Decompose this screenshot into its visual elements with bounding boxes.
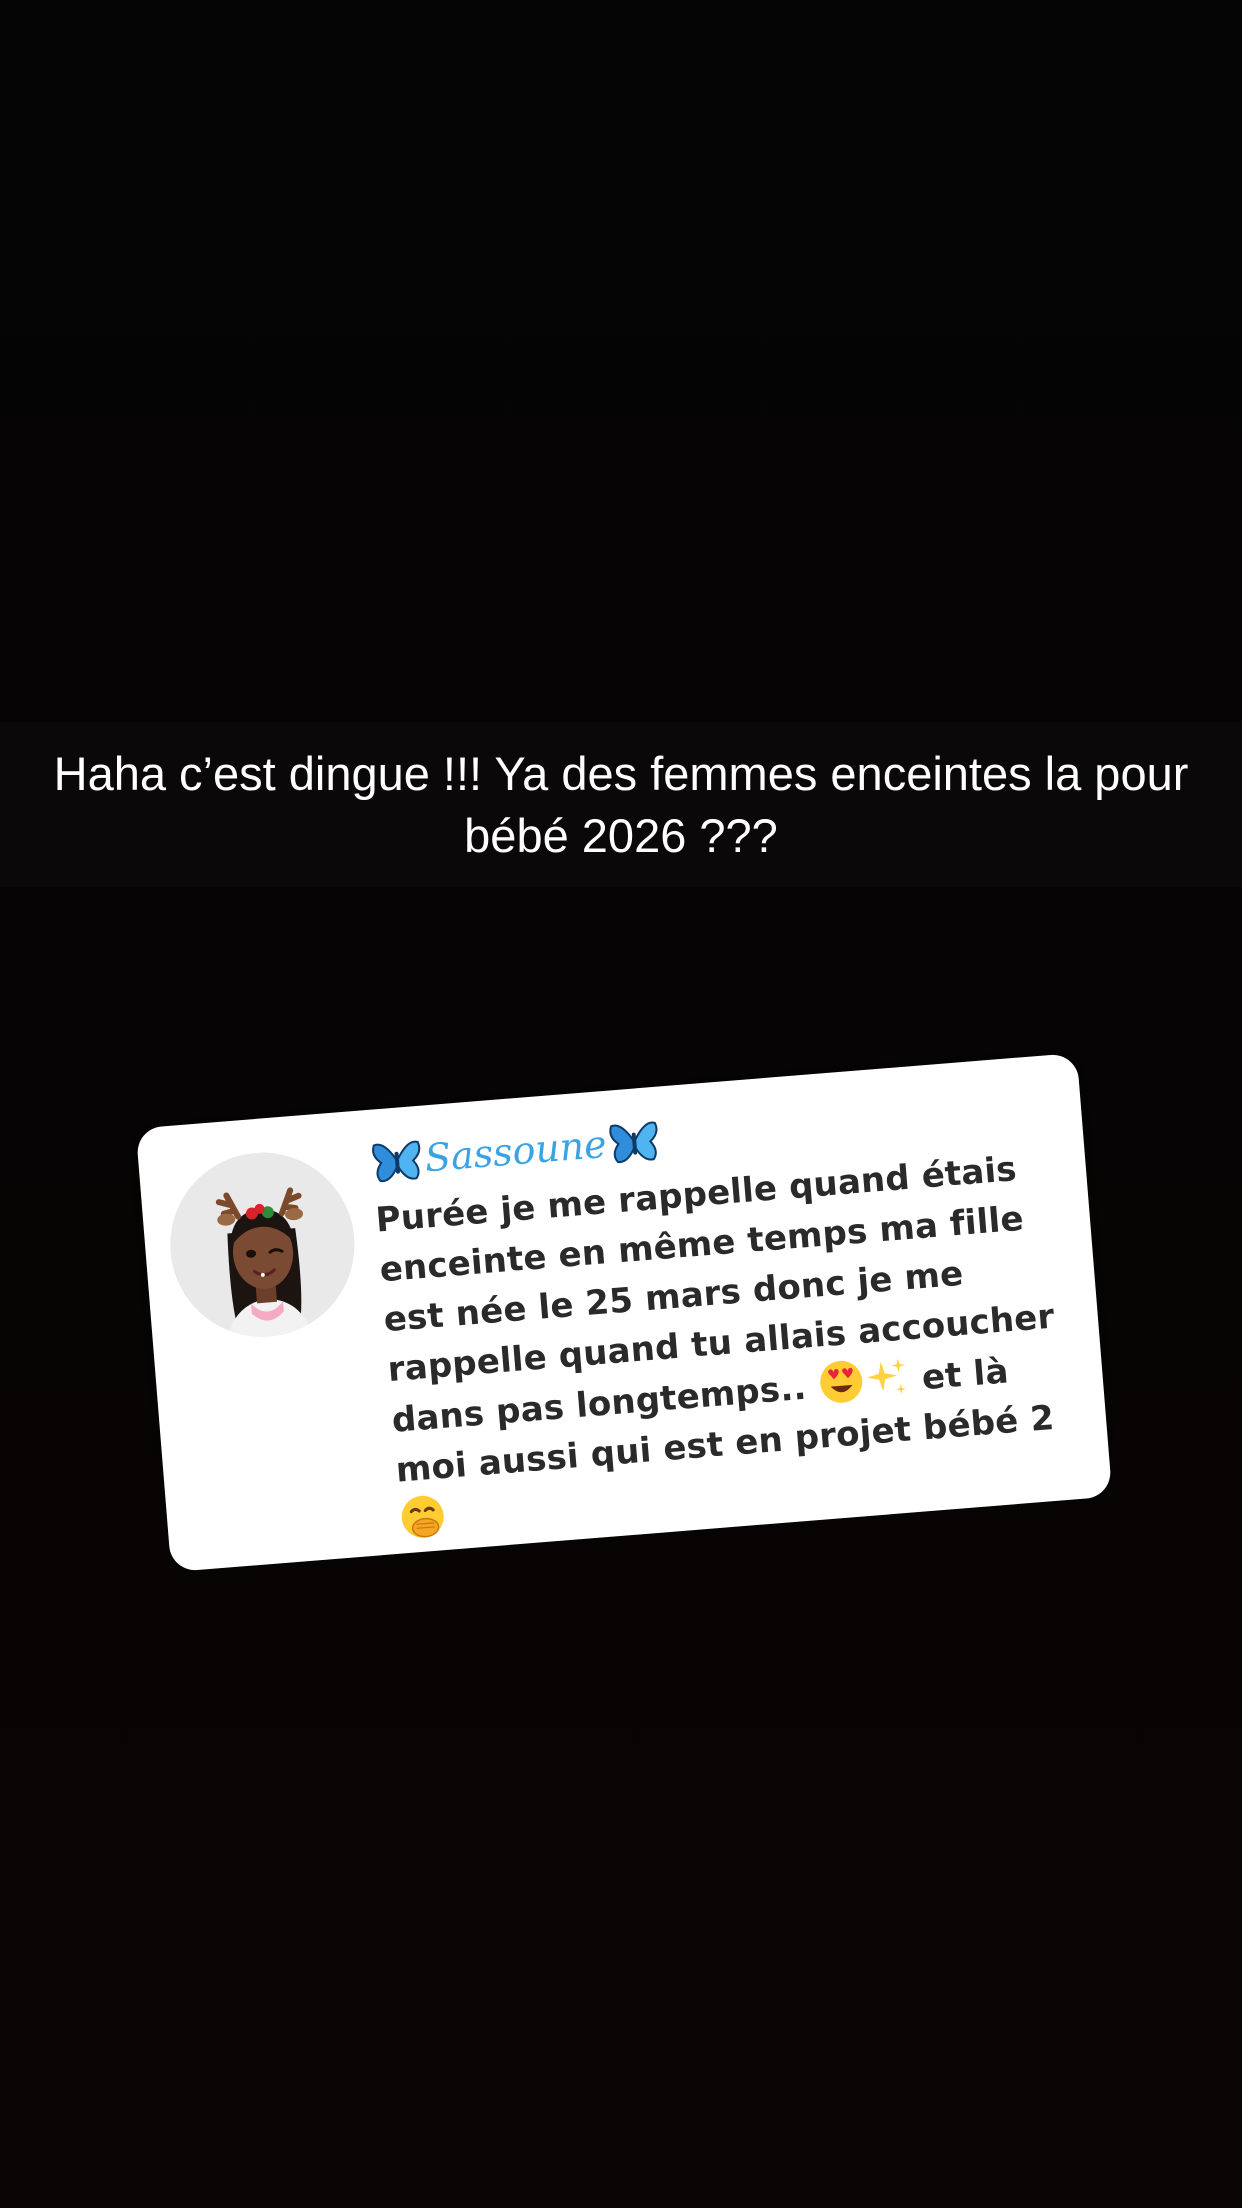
reply-card-content: Sassoune Purée je me rappelle quand étai…: [369, 1077, 1090, 1547]
reply-message-text: Purée je me rappelle quand étais enceint…: [374, 1140, 1090, 1546]
shared-reply-card[interactable]: Sassoune Purée je me rappelle quand étai…: [135, 1052, 1113, 1573]
face-with-hand-over-mouth-emoji-icon: [398, 1492, 448, 1542]
butterfly-right-icon: [607, 1117, 663, 1167]
butterfly-left-icon: [369, 1136, 425, 1186]
heart-eyes-emoji-icon: [816, 1357, 866, 1407]
author-name: Sassoune: [423, 1121, 609, 1181]
message-part-1: Purée je me rappelle quand étais enceint…: [374, 1149, 1056, 1441]
avatar: [163, 1145, 362, 1344]
story-caption-text: Haha c’est dingue !!! Ya des femmes ence…: [53, 746, 1189, 862]
story-caption-bar: Haha c’est dingue !!! Ya des femmes ence…: [0, 722, 1242, 887]
bitmoji-avatar-icon: [163, 1145, 362, 1344]
sparkles-emoji-icon: [862, 1353, 912, 1403]
